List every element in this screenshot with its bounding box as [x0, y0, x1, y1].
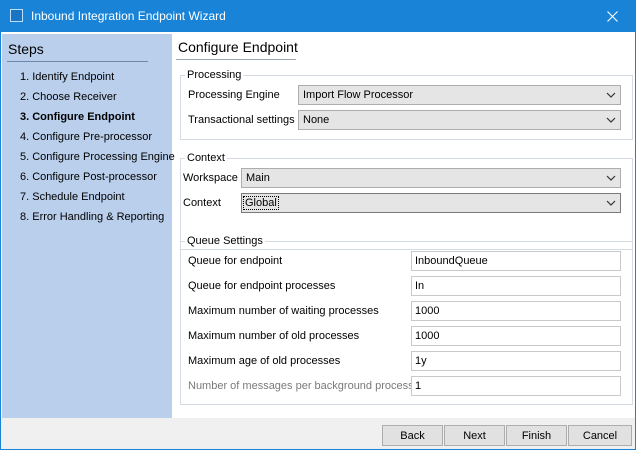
context-select[interactable]: Global [241, 193, 621, 213]
step-schedule-endpoint[interactable]: 7. Schedule Endpoint [20, 191, 125, 203]
finish-button[interactable]: Finish [506, 425, 567, 446]
transactional-settings-label: Transactional settings [188, 114, 295, 126]
messages-per-background-process-label: Number of messages per background proces… [188, 380, 414, 392]
chevron-down-icon [606, 117, 616, 123]
queue-endpoint-processes-value: In [415, 280, 425, 292]
max-old-processes-value: 1000 [415, 330, 440, 342]
chevron-down-icon [606, 92, 616, 98]
chevron-down-icon [606, 175, 616, 181]
queue-endpoint-processes-label: Queue for endpoint processes [188, 280, 336, 292]
step-configure-endpoint[interactable]: 3. Configure Endpoint [20, 111, 135, 123]
max-old-processes-label: Maximum number of old processes [188, 330, 360, 342]
max-waiting-processes-value: 1000 [415, 305, 440, 317]
chevron-down-icon [606, 200, 616, 206]
max-waiting-processes-input[interactable]: 1000 [411, 301, 621, 321]
queue-endpoint-label: Queue for endpoint [188, 255, 283, 267]
workspace-label: Workspace [183, 172, 238, 184]
queue-endpoint-processes-input[interactable]: In [411, 276, 621, 296]
step-error-handling-reporting[interactable]: 8. Error Handling & Reporting [20, 211, 164, 223]
messages-per-background-process-value: 1 [415, 380, 422, 392]
max-waiting-processes-label: Maximum number of waiting processes [188, 305, 379, 317]
title-bar: Inbound Integration Endpoint Wizard [1, 1, 635, 32]
wizard-window: Inbound Integration Endpoint Wizard Step… [0, 0, 636, 450]
close-icon [606, 11, 618, 22]
workspace-select[interactable]: Main [241, 168, 621, 188]
steps-heading-divider [7, 61, 148, 62]
step-configure-processing-engine[interactable]: 5. Configure Processing Engine [20, 151, 175, 163]
context-label: Context [183, 197, 221, 209]
context-value: Global [243, 196, 279, 210]
transactional-settings-select[interactable]: None [298, 110, 621, 130]
processing-engine-select[interactable]: Import Flow Processor [298, 85, 621, 105]
cancel-button[interactable]: Cancel [568, 425, 632, 446]
max-old-processes-input[interactable]: 1000 [411, 326, 621, 346]
steps-heading: Steps [8, 41, 44, 57]
page-title-divider [176, 59, 296, 60]
step-choose-receiver[interactable]: 2. Choose Receiver [20, 91, 117, 103]
wizard-window-icon [10, 9, 23, 22]
page-title: Configure Endpoint [178, 39, 298, 55]
close-button[interactable] [589, 1, 635, 32]
max-age-old-processes-label: Maximum age of old processes [188, 355, 341, 367]
window-title: Inbound Integration Endpoint Wizard [31, 9, 226, 23]
wizard-footer: Back Next Finish Cancel [1, 418, 635, 449]
transactional-settings-value: None [303, 114, 330, 126]
processing-legend: Processing [187, 69, 242, 81]
max-age-old-processes-value: 1y [415, 355, 427, 367]
queue-settings-legend: Queue Settings [187, 235, 263, 247]
step-configure-pre-processor[interactable]: 4. Configure Pre-processor [20, 131, 152, 143]
queue-endpoint-input[interactable]: InboundQueue [411, 251, 621, 271]
processing-engine-value: Import Flow Processor [303, 89, 414, 101]
main-panel: Configure Endpoint Processing Processing… [172, 32, 635, 418]
back-button[interactable]: Back [382, 425, 443, 446]
processing-engine-label: Processing Engine [188, 89, 280, 101]
context-legend: Context [187, 152, 225, 164]
max-age-old-processes-input[interactable]: 1y [411, 351, 621, 371]
queue-endpoint-value: InboundQueue [415, 255, 488, 267]
wizard-content: Steps 1. Identify Endpoint 2. Choose Rec… [1, 32, 635, 418]
step-identify-endpoint[interactable]: 1. Identify Endpoint [20, 71, 114, 83]
steps-sidebar: Steps 1. Identify Endpoint 2. Choose Rec… [2, 34, 175, 418]
messages-per-background-process-input[interactable]: 1 [411, 376, 621, 396]
step-configure-post-processor[interactable]: 6. Configure Post-processor [20, 171, 157, 183]
next-button[interactable]: Next [444, 425, 505, 446]
workspace-value: Main [246, 172, 270, 184]
